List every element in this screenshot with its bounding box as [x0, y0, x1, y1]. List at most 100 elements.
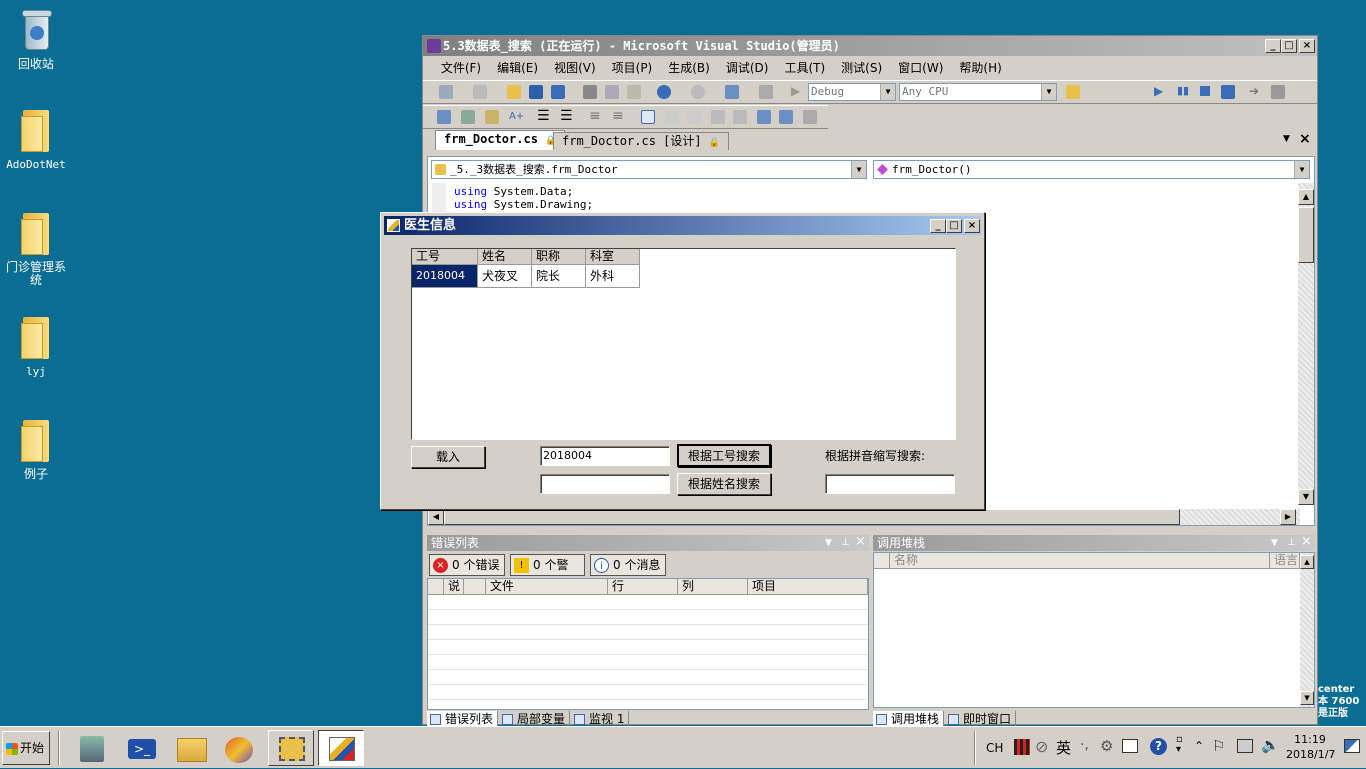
cut-icon[interactable] [583, 85, 597, 99]
desktop-folder-examples[interactable]: 例子 [0, 420, 72, 481]
recycle-bin-desktop-icon[interactable]: 回收站 [0, 8, 72, 71]
menu-project[interactable]: 项目(P) [604, 57, 661, 79]
doctor-name-input[interactable] [540, 474, 670, 494]
settings-gear-icon[interactable]: ⚙ [1100, 737, 1113, 755]
warnings-filter-button[interactable]: !0 个警告 [510, 554, 585, 592]
table-cell-selected[interactable]: 2018004 [412, 265, 478, 288]
column-header-name[interactable]: 姓名 [478, 249, 532, 265]
search-by-name-button[interactable]: 根据姓名搜索 [677, 473, 771, 495]
find-in-files-icon[interactable] [1066, 85, 1080, 99]
bookmark-folder-icon[interactable] [711, 110, 725, 124]
show-hidden-icons-chevron-icon[interactable]: ⌃ [1194, 739, 1204, 753]
navigate-forward-icon[interactable] [759, 85, 773, 99]
minimize-button[interactable]: _ [1265, 39, 1281, 53]
column-header[interactable]: 说 [464, 579, 486, 595]
scroll-left-arrow-icon[interactable]: ◀ [428, 509, 444, 525]
save-all-icon[interactable] [551, 85, 565, 99]
tools-taskbar-button[interactable] [268, 730, 314, 766]
show-next-statement-icon[interactable]: ➔ [1249, 84, 1259, 98]
error-list-grid[interactable]: 说 说 文件 行 列 项目 [427, 578, 869, 710]
prev-bookmark-icon[interactable] [665, 110, 679, 124]
language-indicator[interactable]: CH [986, 727, 1003, 769]
column-header[interactable] [428, 579, 444, 595]
server-manager-taskbar-button[interactable] [68, 730, 114, 766]
bookmark-file-icon[interactable] [733, 110, 747, 124]
desktop-folder-lyj[interactable]: lyj [0, 317, 72, 378]
column-header[interactable] [874, 553, 890, 569]
explorer-taskbar-button[interactable] [168, 730, 214, 766]
menu-edit[interactable]: 编辑(E) [489, 57, 546, 79]
platform-combo[interactable]: Any CPU ▼ [899, 83, 1057, 101]
member-navigation-combo[interactable]: frm_Doctor() ▼ [873, 160, 1310, 179]
minimize-button[interactable]: _ [930, 219, 946, 233]
table-cell[interactable]: 犬夜叉 [478, 265, 532, 288]
close-panel-icon[interactable]: × [1301, 534, 1312, 550]
menu-build[interactable]: 生成(B) [660, 57, 718, 79]
doctor-data-grid[interactable]: 工号 姓名 职称 科室 2018004 犬夜叉 院长 外科 [411, 248, 956, 440]
network-icon[interactable] [1237, 739, 1253, 753]
start-button[interactable]: 开始 [2, 731, 50, 765]
table-cell[interactable]: 院长 [532, 265, 586, 288]
class-navigation-combo[interactable]: _5._3数据表_搜索.frm_Doctor ▼ [431, 160, 867, 179]
ime-english-indicator[interactable]: 英 [1056, 727, 1071, 769]
add-item-icon[interactable] [473, 85, 487, 99]
properties-icon[interactable] [461, 110, 475, 124]
menu-debug[interactable]: 调试(D) [718, 57, 777, 79]
column-header-id[interactable]: 工号 [412, 249, 478, 265]
errors-filter-button[interactable]: × 0 个错误 [429, 554, 505, 576]
search-by-id-button[interactable]: 根据工号搜索 [677, 444, 771, 467]
scroll-right-arrow-icon[interactable]: ▶ [1280, 509, 1296, 525]
class-view-icon[interactable] [437, 110, 451, 124]
paste-icon[interactable] [627, 85, 641, 99]
copy-icon[interactable] [605, 85, 619, 99]
column-header-project[interactable]: 项目 [748, 579, 868, 595]
tab-list-chevron-icon[interactable]: ▼ [1283, 134, 1290, 144]
load-button[interactable]: 载入 [411, 446, 485, 468]
call-stack-title-bar[interactable]: 调用堆栈 ▼ ⊥ × [873, 534, 1315, 551]
object-browser-icon[interactable] [485, 110, 499, 124]
vs-title-bar[interactable]: 5.3数据表_搜索 (正在运行) - Microsoft Visual Stud… [423, 36, 1317, 56]
scroll-down-arrow-icon[interactable]: ▼ [1298, 489, 1314, 505]
save-icon[interactable] [529, 85, 543, 99]
visual-studio-taskbar-button[interactable] [216, 730, 262, 766]
menu-file[interactable]: 文件(F) [433, 57, 489, 79]
soft-keyboard-icon[interactable] [1122, 739, 1138, 753]
vertical-scrollbar[interactable]: ▲ ▼ [1298, 183, 1314, 505]
column-header-col[interactable]: 列 [678, 579, 748, 595]
close-button[interactable]: × [964, 219, 980, 233]
vertical-scrollbar[interactable]: ▲ ▼ [1300, 553, 1314, 707]
punctuation-icon[interactable]: ·, [1080, 737, 1089, 753]
chevron-down-icon[interactable]: ▼ [825, 535, 832, 551]
column-header[interactable]: 说 [444, 579, 464, 595]
continue-icon[interactable]: ▶ [1154, 84, 1163, 98]
running-form-taskbar-button[interactable] [318, 730, 364, 766]
solution-config-combo[interactable]: Debug ▼ [808, 83, 896, 101]
close-button[interactable]: × [1299, 39, 1315, 53]
call-stack-grid[interactable]: 名称 语言 ▲ ▼ [873, 552, 1315, 708]
decrease-indent-icon[interactable]: ☰ [537, 108, 550, 124]
column-header-department[interactable]: 科室 [586, 249, 640, 265]
horizontal-scrollbar[interactable]: ◀ ▶ [428, 509, 1300, 525]
undo-icon[interactable] [657, 85, 671, 99]
pause-icon[interactable]: ▮▮ [1177, 84, 1189, 97]
maximize-button[interactable]: □ [1281, 39, 1297, 53]
restart-icon[interactable] [1221, 85, 1235, 99]
doctor-id-input[interactable]: 2018004 [540, 446, 670, 466]
ime-options-icon[interactable]: ▫ ▾ [1176, 735, 1183, 755]
show-desktop-icon[interactable] [1344, 739, 1360, 753]
tab-code[interactable]: frm_Doctor.cs 🔒 [435, 130, 566, 150]
pin-icon[interactable]: ⊥ [841, 535, 850, 551]
close-panel-icon[interactable]: × [855, 534, 866, 550]
dialog-title-bar[interactable]: 医生信息 _ □ × [384, 216, 981, 235]
hscroll-thumb[interactable] [444, 509, 1180, 525]
new-project-icon[interactable] [439, 85, 453, 99]
column-header-title[interactable]: 职称 [532, 249, 586, 265]
column-header-name[interactable]: 名称 [890, 553, 1270, 569]
menu-window[interactable]: 窗口(W) [890, 57, 951, 79]
ime-icon[interactable] [1014, 739, 1030, 755]
powershell-taskbar-button[interactable]: >_ [118, 730, 164, 766]
close-tab-icon[interactable]: × [1299, 131, 1311, 147]
column-header-language[interactable]: 语言 [1270, 553, 1300, 569]
stop-icon[interactable] [1200, 86, 1210, 96]
ime-mode-icon[interactable]: ⊘ [1035, 737, 1048, 756]
